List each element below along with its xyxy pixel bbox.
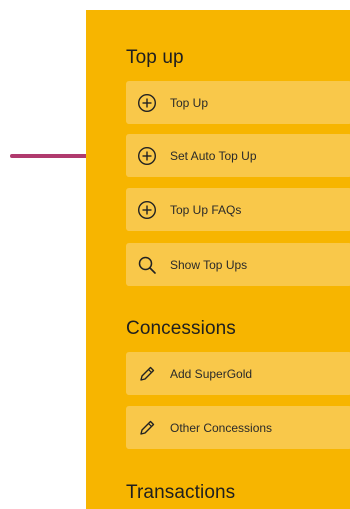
pencil-icon [137, 418, 157, 438]
menu-item-add-supergold[interactable]: Add SuperGold [126, 352, 350, 395]
pencil-icon [137, 364, 157, 384]
plus-circle-icon [137, 146, 157, 166]
menu-item-show-top-ups[interactable]: Show Top Ups [126, 243, 350, 286]
menu-item-label: Add SuperGold [170, 366, 253, 381]
search-icon [137, 255, 157, 275]
plus-circle-icon [137, 93, 157, 113]
menu-item-label: Set Auto Top Up [170, 148, 257, 163]
menu-item-label: Other Concessions [170, 420, 273, 435]
side-menu-panel: Top up Top Up Set Auto Top Up Top Up FAQ… [86, 10, 350, 509]
plus-circle-icon [137, 200, 157, 220]
menu-item-other-concessions[interactable]: Other Concessions [126, 406, 350, 449]
section-title-transactions: Transactions [126, 482, 236, 503]
menu-item-top-up-faqs[interactable]: Top Up FAQs [126, 188, 350, 231]
menu-item-label: Top Up FAQs [170, 202, 242, 217]
menu-item-set-auto-top-up[interactable]: Set Auto Top Up [126, 134, 350, 177]
menu-item-top-up[interactable]: Top Up [126, 81, 350, 124]
section-title-concessions: Concessions [126, 318, 236, 339]
menu-item-label: Show Top Ups [170, 257, 248, 272]
menu-item-label: Top Up [170, 95, 209, 110]
section-title-top-up: Top up [126, 47, 184, 68]
